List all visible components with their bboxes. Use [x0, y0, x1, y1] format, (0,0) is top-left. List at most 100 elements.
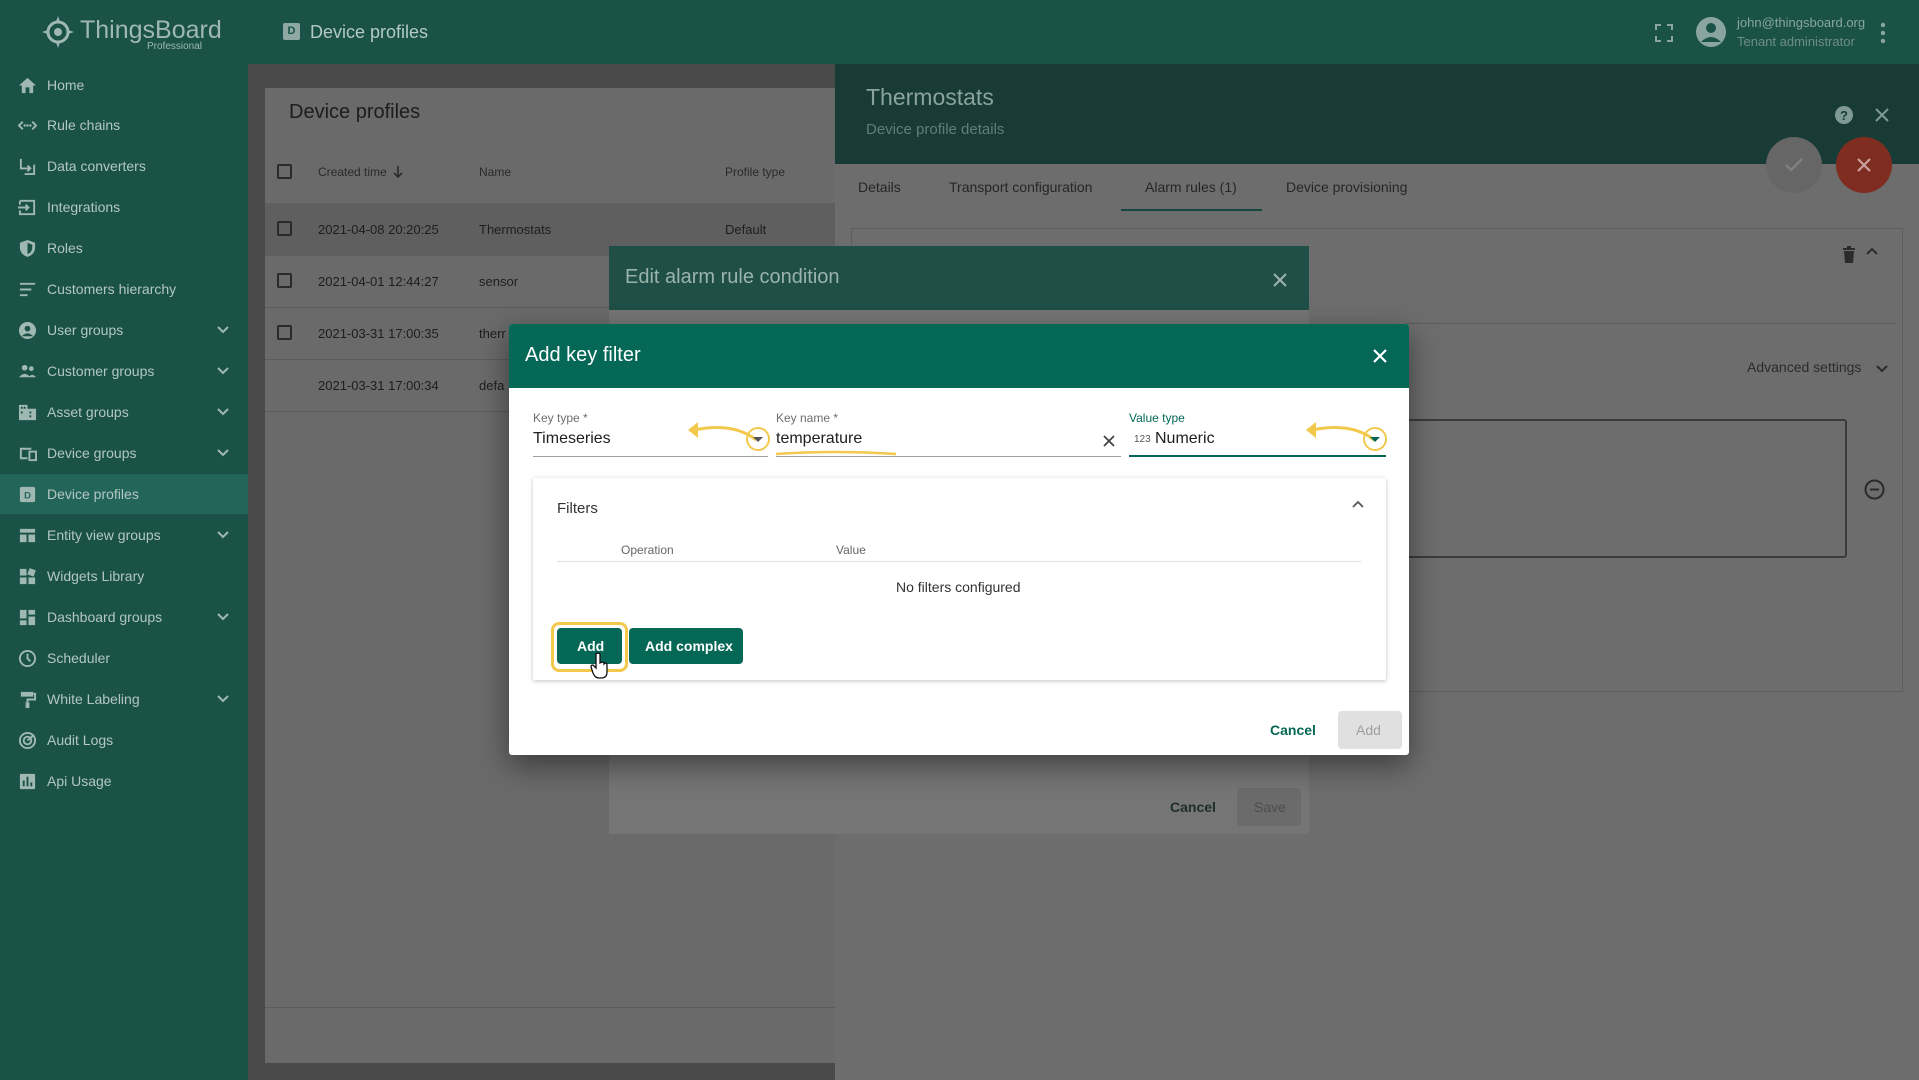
- column-header-operation: Operation: [621, 543, 674, 557]
- row-checkbox[interactable]: [277, 221, 292, 236]
- clear-icon[interactable]: [1103, 435, 1115, 447]
- no-filters-message: No filters configured: [896, 579, 1021, 595]
- svg-text:D: D: [24, 490, 31, 501]
- close-icon: [1857, 158, 1871, 172]
- sidebar-item-label: Asset groups: [47, 404, 129, 420]
- table-title: Device profiles: [289, 101, 421, 123]
- sidebar-item-label: Customer groups: [47, 363, 155, 379]
- row-checkbox[interactable]: [277, 273, 292, 288]
- sidebar-item-home[interactable]: Home: [0, 65, 248, 105]
- user-email: john@thingsboard.org: [1737, 15, 1866, 30]
- view-icon: [19, 528, 36, 543]
- hierarchy-icon: [19, 282, 36, 297]
- sidebar-item-asset-groups[interactable]: Asset groups: [0, 392, 248, 432]
- apply-changes-button[interactable]: [1766, 137, 1822, 193]
- sidebar-item-dashboard-groups[interactable]: Dashboard groups: [0, 597, 248, 637]
- row-name: defa: [479, 378, 505, 393]
- sidebar-item-label: Roles: [47, 240, 83, 256]
- details-subtitle: Device profile details: [866, 121, 1005, 138]
- column-header-profile-type[interactable]: Profile type: [725, 165, 785, 179]
- close-icon[interactable]: [1874, 107, 1890, 123]
- thingsboard-logo[interactable]: ThingsBoard Professional: [40, 12, 240, 56]
- tab-device-provisioning[interactable]: Device provisioning: [1286, 179, 1407, 195]
- sidebar-item-white-labeling[interactable]: White Labeling: [0, 679, 248, 719]
- sidebar-item-user-groups[interactable]: User groups: [0, 310, 248, 350]
- table-footer-divider: [265, 1007, 835, 1008]
- people-icon: [18, 364, 37, 378]
- active-tab-indicator: [1121, 209, 1262, 211]
- remove-circle-icon[interactable]: [1864, 479, 1885, 500]
- advanced-settings-toggle[interactable]: Advanced settings: [1747, 359, 1861, 375]
- close-icon[interactable]: [1372, 348, 1388, 364]
- sidebar-item-audit-logs[interactable]: Audit Logs: [0, 720, 248, 760]
- sidebar-item-api-usage[interactable]: Api Usage: [0, 761, 248, 801]
- home-icon: [18, 77, 37, 94]
- sidebar-item-widgets-library[interactable]: Widgets Library: [0, 556, 248, 596]
- edit-dialog-title: Edit alarm rule condition: [625, 266, 840, 288]
- select-all-checkbox[interactable]: [277, 164, 292, 179]
- discard-changes-button[interactable]: [1836, 137, 1892, 193]
- sidebar-item-label: Rule chains: [47, 117, 121, 133]
- sidebar-item-device-profiles[interactable]: D Device profiles: [0, 474, 248, 514]
- key-name-input[interactable]: temperature: [776, 430, 862, 448]
- value-type-underline: [1129, 455, 1386, 457]
- hand-cursor-icon: [590, 652, 608, 679]
- fullscreen-icon[interactable]: [1655, 24, 1673, 42]
- sidebar-item-customers-hierarchy[interactable]: Customers hierarchy: [0, 269, 248, 309]
- user-role: Tenant administrator: [1737, 34, 1855, 49]
- chevron-down-icon[interactable]: [1876, 364, 1888, 373]
- sidebar-item-entity-view-groups[interactable]: Entity view groups: [0, 515, 248, 555]
- more-vert-icon[interactable]: [1878, 22, 1888, 44]
- chevron-up-icon[interactable]: [1866, 247, 1878, 256]
- sidebar-item-label: White Labeling: [47, 691, 140, 707]
- sidebar-item-rule-chains[interactable]: Rule chains: [0, 105, 248, 145]
- dropdown-arrow-icon: [753, 437, 763, 442]
- details-header: [835, 64, 1919, 164]
- chevron-down-icon: [217, 449, 229, 457]
- sidebar-item-scheduler[interactable]: Scheduler: [0, 638, 248, 678]
- tab-transport-configuration[interactable]: Transport configuration: [949, 179, 1092, 195]
- chevron-down-icon: [217, 326, 229, 334]
- value-type-select[interactable]: Numeric: [1155, 430, 1215, 448]
- key-filter-cancel-button[interactable]: Cancel: [1270, 722, 1316, 738]
- account-icon: [18, 321, 37, 340]
- sidebar-item-data-converters[interactable]: Data converters: [0, 146, 248, 186]
- account-circle-icon[interactable]: [1695, 16, 1727, 48]
- row-created-time: 2021-03-31 17:00:35: [318, 326, 439, 341]
- logo-gear-icon: [42, 16, 74, 48]
- alarm-condition-box[interactable]: [1405, 419, 1847, 558]
- row-name: therr: [479, 326, 506, 341]
- key-filter-add-label: Add: [1356, 722, 1381, 738]
- close-icon[interactable]: [1272, 272, 1288, 288]
- row-profile-type: Default: [725, 222, 767, 237]
- help-icon[interactable]: ?: [1834, 105, 1854, 125]
- row-created-time: 2021-04-08 20:20:25: [318, 222, 439, 237]
- delete-icon[interactable]: [1842, 246, 1856, 264]
- chevron-up-icon[interactable]: [1352, 500, 1364, 509]
- row-checkbox[interactable]: [277, 325, 292, 340]
- row-created-time: 2021-03-31 17:00:34: [318, 378, 439, 393]
- column-header-name[interactable]: Name: [479, 165, 511, 179]
- add-complex-label: Add complex: [645, 638, 733, 654]
- sidebar-item-integrations[interactable]: Integrations: [0, 187, 248, 227]
- edit-cancel-button[interactable]: Cancel: [1170, 799, 1216, 815]
- sidebar-item-customer-groups[interactable]: Customer groups: [0, 351, 248, 391]
- top-bar: ThingsBoard Professional D Device profil…: [0, 0, 1919, 64]
- integration-icon: [18, 199, 36, 216]
- sidebar-item-device-groups[interactable]: Device groups: [0, 433, 248, 473]
- sidebar-item-roles[interactable]: Roles: [0, 228, 248, 268]
- key-type-select[interactable]: Timeseries: [533, 430, 611, 448]
- device-profile-badge-icon: D: [283, 23, 300, 40]
- track-changes-icon: [18, 731, 37, 750]
- key-filter-title: Add key filter: [525, 344, 641, 366]
- sidebar-item-label: Widgets Library: [47, 568, 145, 584]
- row-created-time: 2021-04-01 12:44:27: [318, 274, 439, 289]
- details-title: Thermostats: [866, 84, 994, 110]
- column-header-created-time[interactable]: Created time: [318, 165, 387, 179]
- logo-edition: Professional: [147, 41, 203, 52]
- breadcrumb: Device profiles: [310, 22, 429, 42]
- sidebar-item-label: Integrations: [47, 199, 121, 215]
- tab-details[interactable]: Details: [858, 179, 901, 195]
- tab-alarm-rules[interactable]: Alarm rules (1): [1145, 179, 1237, 195]
- sidebar-item-label: Customers hierarchy: [47, 281, 177, 297]
